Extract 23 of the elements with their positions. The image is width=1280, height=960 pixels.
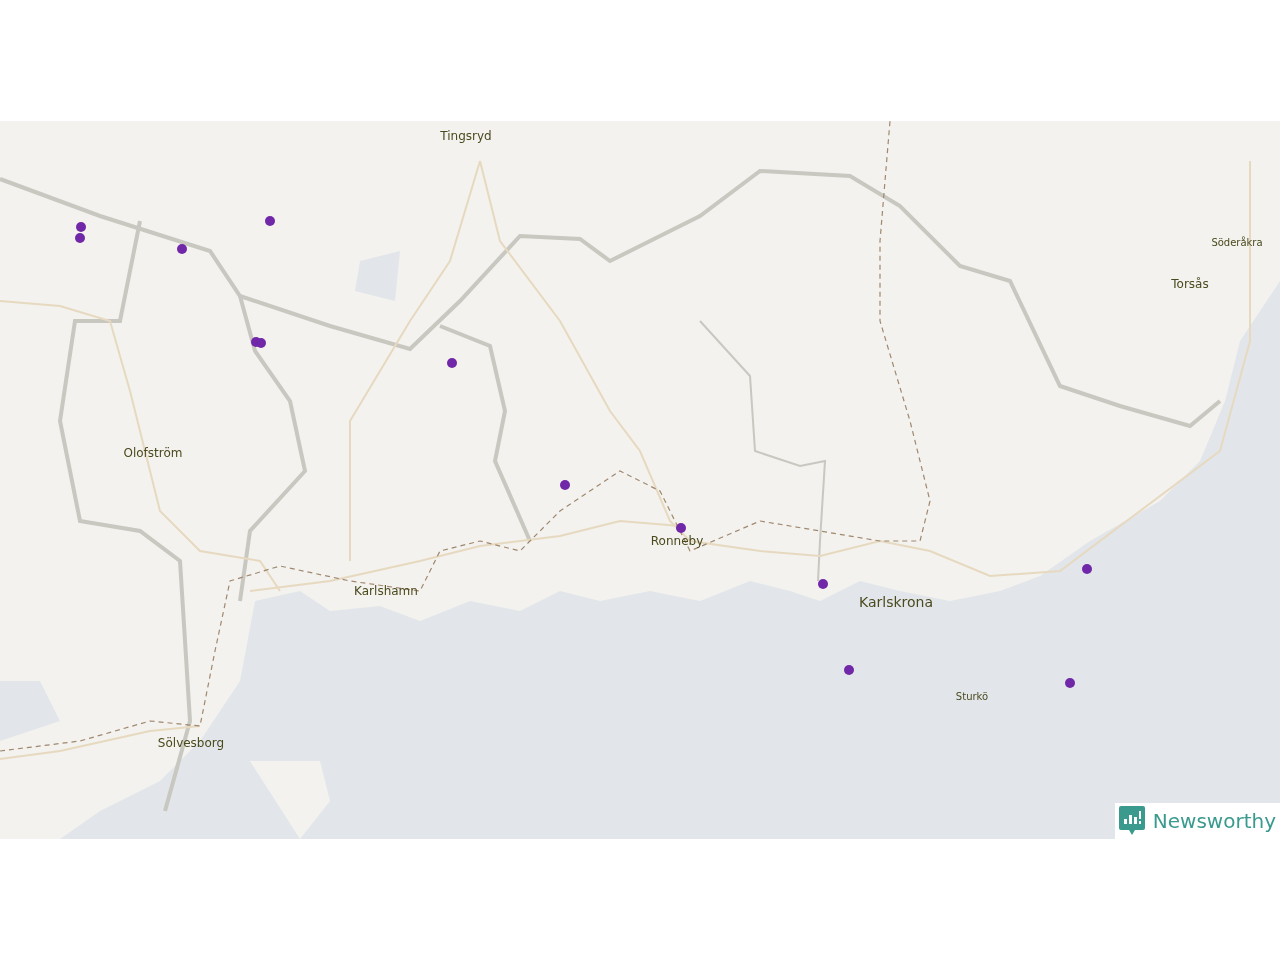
map-marker[interactable]: [256, 338, 266, 348]
map-marker[interactable]: [75, 233, 85, 243]
place-label: Söderåkra: [1211, 236, 1263, 248]
place-label: Karlskrona: [859, 595, 933, 611]
map-marker[interactable]: [76, 222, 86, 232]
map-marker[interactable]: [676, 523, 686, 533]
map-marker[interactable]: [265, 216, 275, 226]
place-label: Ronneby: [650, 535, 704, 549]
map-marker[interactable]: [447, 358, 457, 368]
logo-icon: [1118, 806, 1145, 836]
map-marker[interactable]: [560, 480, 570, 490]
place-label: Sturkö: [955, 690, 989, 702]
map-marker[interactable]: [1065, 678, 1075, 688]
map-marker[interactable]: [818, 579, 828, 589]
map-marker[interactable]: [844, 665, 854, 675]
place-label: Torsås: [1171, 278, 1209, 292]
map-marker[interactable]: [1082, 564, 1092, 574]
place-label: Sölvesborg: [157, 737, 225, 751]
place-label: Tingsryd: [440, 130, 492, 144]
place-label: Karlshamn: [354, 585, 418, 599]
logo-text: Newsworthy: [1152, 809, 1276, 833]
map-marker[interactable]: [177, 244, 187, 254]
place-label: Olofström: [123, 447, 183, 461]
